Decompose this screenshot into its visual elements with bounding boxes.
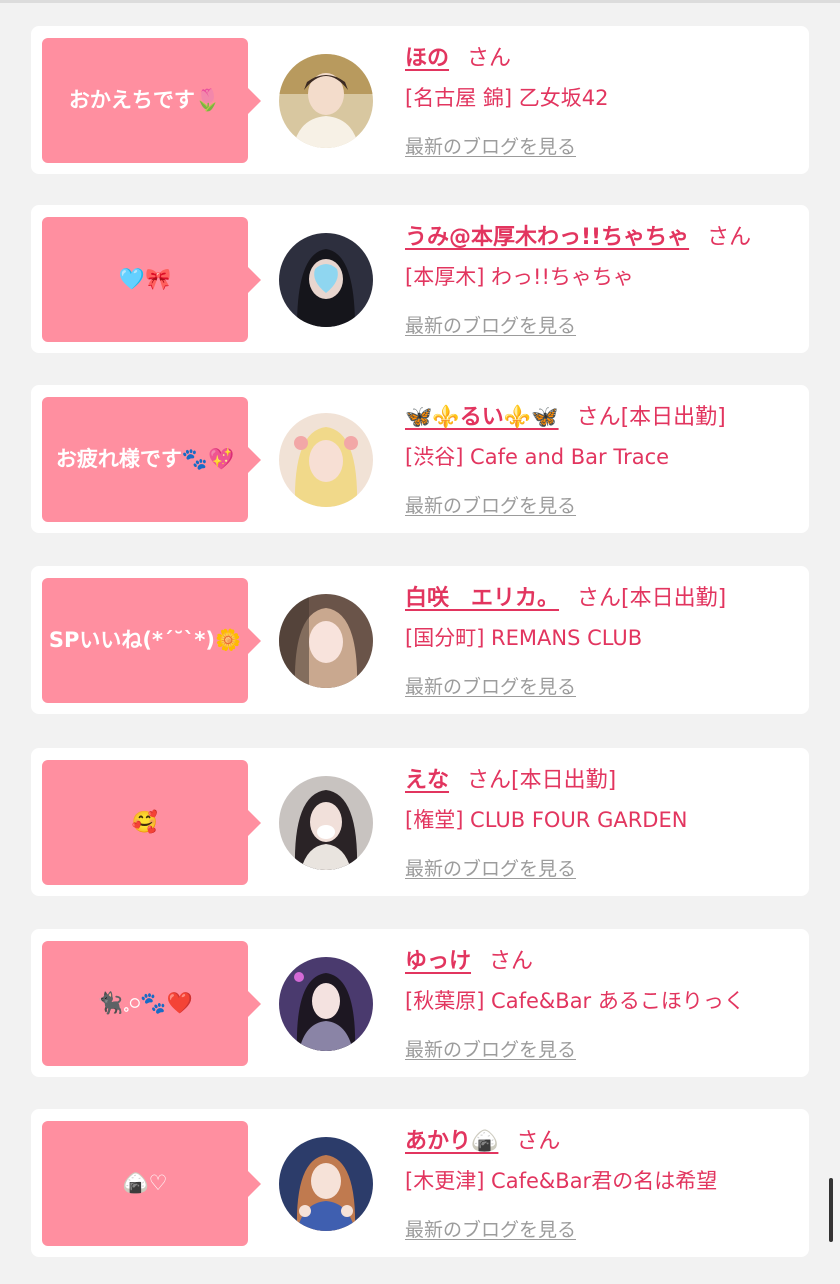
name-line: ほの さん [405,40,805,72]
shop-name: [木更津] Cafe&Bar君の名は希望 [405,1169,718,1193]
message-text: おかえちです🌷 [68,88,222,113]
message-bubble: おかえちです🌷 [42,38,261,163]
avatar[interactable] [279,413,373,507]
avatar[interactable] [279,233,373,327]
avatar[interactable] [279,957,373,1051]
latest-blog-link[interactable]: 最新のブログを見る [405,854,576,881]
message-bubble: SPいいね(*´˘`*)🌼 [42,578,261,703]
honorific: さん[本日出勤] [467,768,617,793]
cast-name-link[interactable]: えな [405,768,449,793]
shop-name: [国分町] REMANS CLUB [405,626,643,650]
cast-card: 🩵🎀 うみ@本厚木わっ!!ちゃちゃ さん [本厚木] わっ!!ちゃちゃ 最新のブロ… [31,205,809,353]
shop-name: [秋葉原] Cafe&Bar あるこほりっく [405,989,745,1013]
cast-name-link[interactable]: 白咲 エリカ。 [405,586,559,611]
name-line: あかり🍙 さん [405,1123,805,1155]
message-bubble: 🥰 [42,760,261,885]
latest-blog-link[interactable]: 最新のブログを見る [405,672,576,699]
message-bubble: 🩵🎀 [42,217,261,342]
message-text: 🍙♡ [122,1171,168,1196]
cast-name-link[interactable]: 🦋⚜️るい⚜️🦋 [405,405,559,430]
latest-blog-link[interactable]: 最新のブログを見る [405,132,576,159]
honorific: さん [516,1129,561,1154]
avatar[interactable] [279,594,373,688]
avatar[interactable] [279,1137,373,1231]
message-bubble: 🐈‍⬛𓈒𓏸🐾❤️ [42,941,261,1066]
shop-name: [渋谷] Cafe and Bar Trace [405,445,670,469]
cast-card: SPいいね(*´˘`*)🌼 白咲 エリカ。 さん[本日出勤] [国分町] REMA… [31,566,809,714]
top-divider [0,0,840,3]
cast-name-link[interactable]: あかり🍙 [405,1129,498,1154]
latest-blog-link[interactable]: 最新のブログを見る [405,491,576,518]
message-bubble: 🍙♡ [42,1121,261,1246]
message-text: 🥰 [131,810,159,835]
message-text: 🐈‍⬛𓈒𓏸🐾❤️ [97,991,193,1016]
name-line: ゆっけ さん [405,943,805,975]
honorific: さん [489,949,534,974]
latest-blog-link[interactable]: 最新のブログを見る [405,311,576,338]
latest-blog-link[interactable]: 最新のブログを見る [405,1035,576,1062]
honorific: さん[本日出勤] [577,586,727,611]
message-text: SPいいね(*´˘`*)🌼 [48,628,242,653]
message-text: 🩵🎀 [118,267,172,292]
shop-name: [権堂] CLUB FOUR GARDEN [405,808,688,832]
honorific: さん [467,46,512,71]
avatar[interactable] [279,54,373,148]
cast-card: 🍙♡ あかり🍙 さん [木更津] Cafe&Bar君の名は希望 最新のブログを見る [31,1109,809,1257]
cast-card: おかえちです🌷 ほの さん [名古屋 錦] 乙女坂42 最新のブログを見る [31,26,809,174]
name-line: えな さん[本日出勤] [405,762,805,794]
cast-card: 🐈‍⬛𓈒𓏸🐾❤️ ゆっけ さん [秋葉原] Cafe&Bar あるこほりっく 最新… [31,929,809,1077]
avatar[interactable] [279,776,373,870]
cast-card: 🥰 えな さん[本日出勤] [権堂] CLUB FOUR GARDEN 最新のブロ… [31,748,809,896]
latest-blog-link[interactable]: 最新のブログを見る [405,1215,576,1242]
honorific: さん[本日出勤] [576,405,726,430]
message-bubble: お疲れ様です🐾💖 [42,397,261,522]
cast-card: お疲れ様です🐾💖 🦋⚜️るい⚜️🦋 さん[本日出勤] [渋谷] Cafe and … [31,385,809,533]
cast-name-link[interactable]: ほの [405,46,449,71]
name-line: 白咲 エリカ。 さん[本日出勤] [405,580,805,612]
honorific: さん [707,225,752,250]
name-line: 🦋⚜️るい⚜️🦋 さん[本日出勤] [405,399,805,431]
cast-name-link[interactable]: ゆっけ [405,949,471,974]
shop-name: [名古屋 錦] 乙女坂42 [405,86,609,110]
shop-name: [本厚木] わっ!!ちゃちゃ [405,265,634,289]
message-text: お疲れ様です🐾💖 [55,447,235,472]
cast-name-link[interactable]: うみ@本厚木わっ!!ちゃちゃ [405,225,689,250]
name-line: うみ@本厚木わっ!!ちゃちゃ さん [405,219,805,251]
scrollbar[interactable] [829,1178,833,1242]
